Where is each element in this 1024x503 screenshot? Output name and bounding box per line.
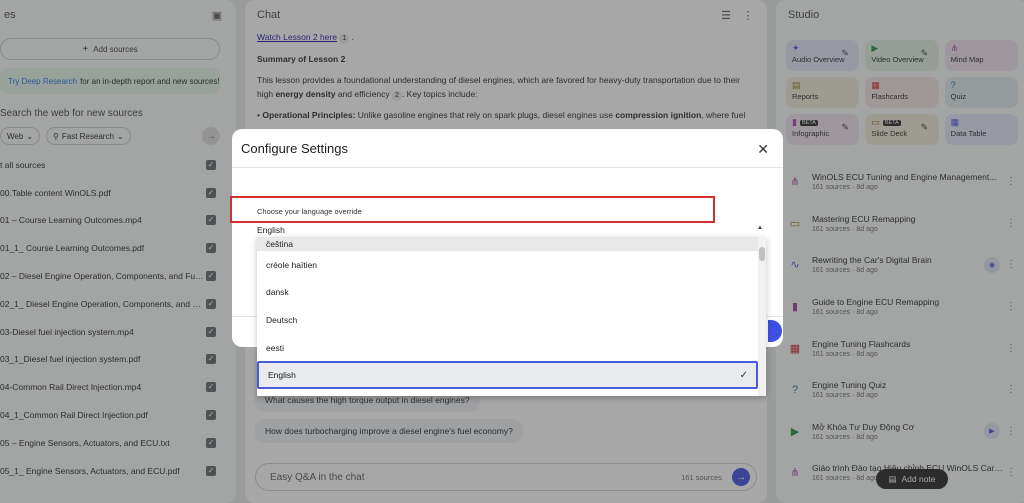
caret-up-icon[interactable]: ▲	[757, 225, 763, 231]
dialog-title: Configure Settings	[241, 141, 348, 156]
divider	[232, 167, 783, 168]
language-select[interactable]: English	[257, 225, 285, 235]
language-label: Choose your language override	[257, 207, 362, 216]
language-option-label: English	[268, 370, 296, 381]
check-icon: ✓	[739, 369, 748, 381]
language-option[interactable]: čeština	[257, 237, 766, 251]
scrollbar-thumb[interactable]	[759, 247, 765, 261]
dropdown-scrollbar[interactable]	[758, 237, 766, 396]
language-option[interactable]: dansk	[257, 279, 766, 307]
language-option-selected[interactable]: English ✓	[257, 361, 758, 389]
save-button[interactable]	[768, 320, 782, 342]
language-option[interactable]: créole haïtien	[257, 251, 766, 279]
language-dropdown: čeština créole haïtien dansk Deutsch ees…	[257, 237, 766, 396]
language-option[interactable]: eesti	[257, 334, 766, 362]
close-icon[interactable]: ✕	[757, 141, 769, 158]
language-option[interactable]: Deutsch	[257, 306, 766, 334]
